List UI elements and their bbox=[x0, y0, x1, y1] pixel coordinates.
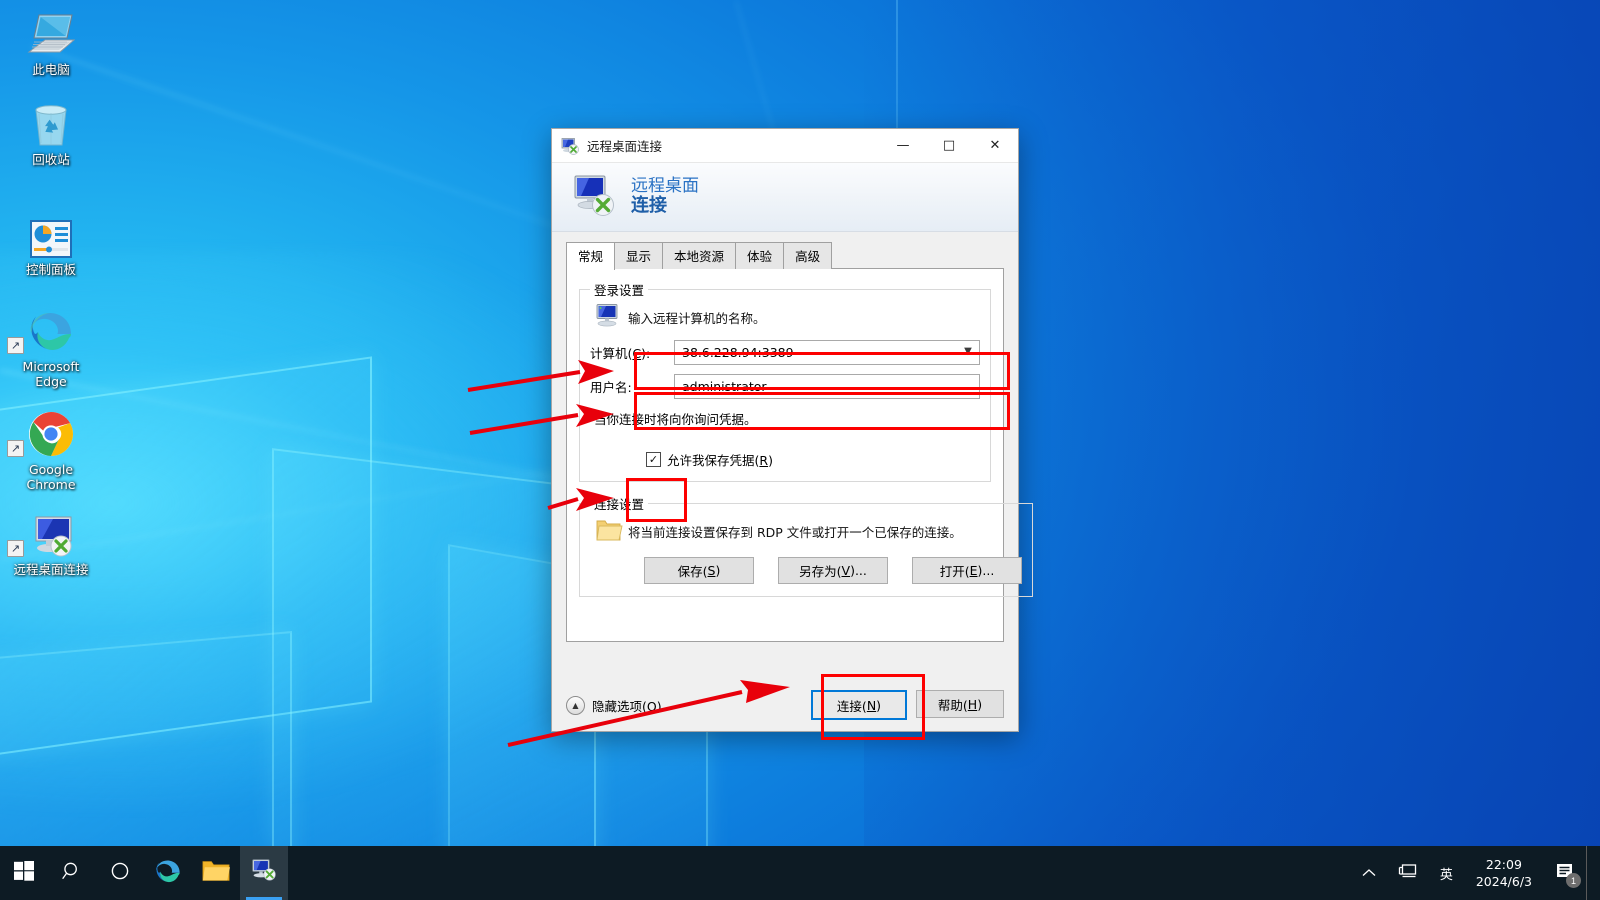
desktop-icon-label: Microsoft Edge bbox=[22, 359, 80, 389]
chevron-up-icon: ▲ bbox=[566, 695, 585, 715]
shortcut-arrow-icon: ↗ bbox=[7, 440, 24, 457]
task-view-button[interactable] bbox=[96, 846, 144, 900]
desktop-icon-control-panel[interactable]: 控制面板 bbox=[5, 208, 97, 277]
desktop-icon-google-chrome[interactable]: ↗ Google Chrome bbox=[5, 408, 97, 492]
connection-description: 将当前连接设置保存到 RDP 文件或打开一个已保存的连接。 bbox=[628, 524, 962, 540]
desktop-icon-label: 此电脑 bbox=[32, 62, 70, 77]
show-desktop-button[interactable] bbox=[1586, 846, 1594, 900]
desktop-icon-microsoft-edge[interactable]: ↗ Microsoft Edge bbox=[5, 305, 97, 389]
connection-settings-group: 连接设置 将当前连接设置保存到 RDP 文件或打开一个已保存的连接。 保存(S)… bbox=[579, 494, 1033, 597]
username-input[interactable]: administrator bbox=[674, 374, 980, 399]
edge-icon: ↗ bbox=[5, 305, 97, 355]
rdp-taskbar-button[interactable] bbox=[240, 846, 288, 900]
folder-icon bbox=[590, 517, 628, 545]
windows-logo-icon bbox=[14, 860, 34, 886]
desktop-icon-label: 远程桌面连接 bbox=[13, 562, 89, 577]
tab-experience[interactable]: 体验 bbox=[735, 242, 785, 269]
banner-line2: 连接 bbox=[631, 195, 667, 217]
save-credentials-checkbox[interactable]: ✓ bbox=[646, 452, 661, 467]
desktop-icon-recycle-bin[interactable]: 回收站 bbox=[5, 98, 97, 167]
edge-taskbar-button[interactable] bbox=[144, 846, 192, 900]
system-tray[interactable]: 英 22:09 2024/6/3 1 bbox=[1351, 846, 1600, 900]
chevron-down-icon[interactable]: ▼ bbox=[957, 341, 979, 362]
notification-center-button[interactable]: 1 bbox=[1544, 846, 1586, 900]
computer-icon bbox=[5, 8, 97, 58]
dialog-title: 远程桌面连接 bbox=[587, 139, 663, 154]
desktop-icon-this-pc[interactable]: 此电脑 bbox=[5, 8, 97, 77]
help-button[interactable]: 帮助(H) bbox=[916, 690, 1004, 718]
recycle-bin-icon bbox=[5, 98, 97, 148]
save-credentials-row[interactable]: ✓ 允许我保存凭据(R) bbox=[646, 450, 980, 469]
chrome-icon: ↗ bbox=[5, 408, 97, 458]
banner-line1: 远程桌面 bbox=[631, 176, 699, 197]
logon-settings-group: 登录设置 输入远程计算机的名称。 计算机(C): 38.6.228.94:338… bbox=[579, 280, 991, 482]
notification-count-badge: 1 bbox=[1566, 873, 1581, 888]
maximize-button[interactable]: □ bbox=[926, 129, 972, 162]
connection-settings-buttons[interactable]: 保存(S) 另存为(V)... 打开(E)... bbox=[644, 557, 1022, 584]
remote-desktop-icon: ↗ bbox=[5, 508, 97, 558]
network-button[interactable] bbox=[1387, 846, 1429, 900]
remote-desktop-icon bbox=[250, 858, 278, 889]
hide-options-button[interactable]: ▲ 隐藏选项(O) bbox=[566, 695, 662, 715]
save-credentials-label: 允许我保存凭据(R) bbox=[667, 453, 773, 468]
network-icon bbox=[1398, 863, 1418, 884]
logon-settings-legend: 登录设置 bbox=[594, 283, 645, 298]
task-view-icon bbox=[110, 861, 130, 886]
connect-button[interactable]: 连接(N) bbox=[811, 690, 907, 720]
desktop-icon-label: 回收站 bbox=[32, 152, 70, 167]
logon-description: 输入远程计算机的名称。 bbox=[628, 310, 766, 326]
clock[interactable]: 22:09 2024/6/3 bbox=[1464, 846, 1544, 900]
dialog-banner: 远程桌面 连接 bbox=[552, 163, 1018, 232]
computer-label: 计算机(C): bbox=[590, 346, 651, 361]
tab-local-resources[interactable]: 本地资源 bbox=[662, 242, 737, 269]
computer-input-value: 38.6.228.94:3389 bbox=[682, 345, 794, 360]
control-panel-icon bbox=[5, 208, 97, 258]
desktop-icon-label: Google Chrome bbox=[26, 462, 76, 492]
file-explorer-taskbar-button[interactable] bbox=[192, 846, 240, 900]
computer-field-row: 计算机(C): 38.6.228.94:3389 ▼ bbox=[590, 340, 980, 365]
close-button[interactable]: ✕ bbox=[972, 129, 1018, 162]
remote-desktop-icon bbox=[561, 137, 579, 155]
username-field-row: 用户名: administrator bbox=[590, 374, 980, 399]
save-as-button[interactable]: 另存为(V)... bbox=[778, 557, 888, 584]
connection-settings-legend: 连接设置 bbox=[594, 497, 645, 512]
username-input-value: administrator bbox=[682, 379, 767, 394]
chevron-up-icon bbox=[1362, 866, 1376, 881]
computer-input[interactable]: 38.6.228.94:3389 ▼ bbox=[674, 340, 980, 365]
shortcut-arrow-icon: ↗ bbox=[7, 540, 24, 557]
remote-desktop-large-icon bbox=[570, 173, 618, 222]
computer-small-icon bbox=[590, 303, 628, 331]
folder-icon bbox=[202, 858, 230, 889]
dialog-footer: ▲ 隐藏选项(O) 连接(N) 帮助(H) bbox=[552, 679, 1018, 731]
tab-display[interactable]: 显示 bbox=[614, 242, 664, 269]
save-button[interactable]: 保存(S) bbox=[644, 557, 754, 584]
start-button[interactable] bbox=[0, 846, 48, 900]
edge-icon bbox=[154, 857, 182, 890]
open-button[interactable]: 打开(E)... bbox=[912, 557, 1022, 584]
username-label: 用户名: bbox=[590, 380, 632, 395]
hide-options-label: 隐藏选项(O) bbox=[592, 698, 662, 714]
remote-desktop-connection-dialog[interactable]: 远程桌面连接 — □ ✕ 远程桌面 连接 常规 显示 本地资源 体验 高级 登录… bbox=[551, 128, 1033, 732]
dialog-titlebar[interactable]: 远程桌面连接 — □ ✕ bbox=[552, 129, 1018, 163]
tray-overflow-button[interactable] bbox=[1351, 846, 1387, 900]
ime-indicator[interactable]: 英 bbox=[1429, 846, 1464, 900]
clock-time: 22:09 bbox=[1485, 857, 1522, 872]
minimize-button[interactable]: — bbox=[880, 129, 926, 162]
tab-general[interactable]: 常规 bbox=[566, 242, 616, 270]
taskbar[interactable]: 英 22:09 2024/6/3 1 bbox=[0, 846, 1600, 900]
clock-date: 2024/6/3 bbox=[1475, 874, 1532, 889]
shortcut-arrow-icon: ↗ bbox=[7, 337, 24, 354]
search-button[interactable] bbox=[48, 846, 96, 900]
desktop-icon-remote-desktop-connection[interactable]: ↗ 远程桌面连接 bbox=[5, 508, 97, 577]
credentials-note: 当你连接时将向你询问凭据。 bbox=[594, 412, 757, 427]
search-icon bbox=[62, 861, 82, 886]
desktop-icon-label: 控制面板 bbox=[25, 262, 76, 277]
tab-panel-general: 登录设置 输入远程计算机的名称。 计算机(C): 38.6.228.94:338… bbox=[566, 268, 1033, 642]
tab-advanced[interactable]: 高级 bbox=[783, 242, 833, 269]
tabstrip[interactable]: 常规 显示 本地资源 体验 高级 bbox=[566, 242, 1004, 270]
